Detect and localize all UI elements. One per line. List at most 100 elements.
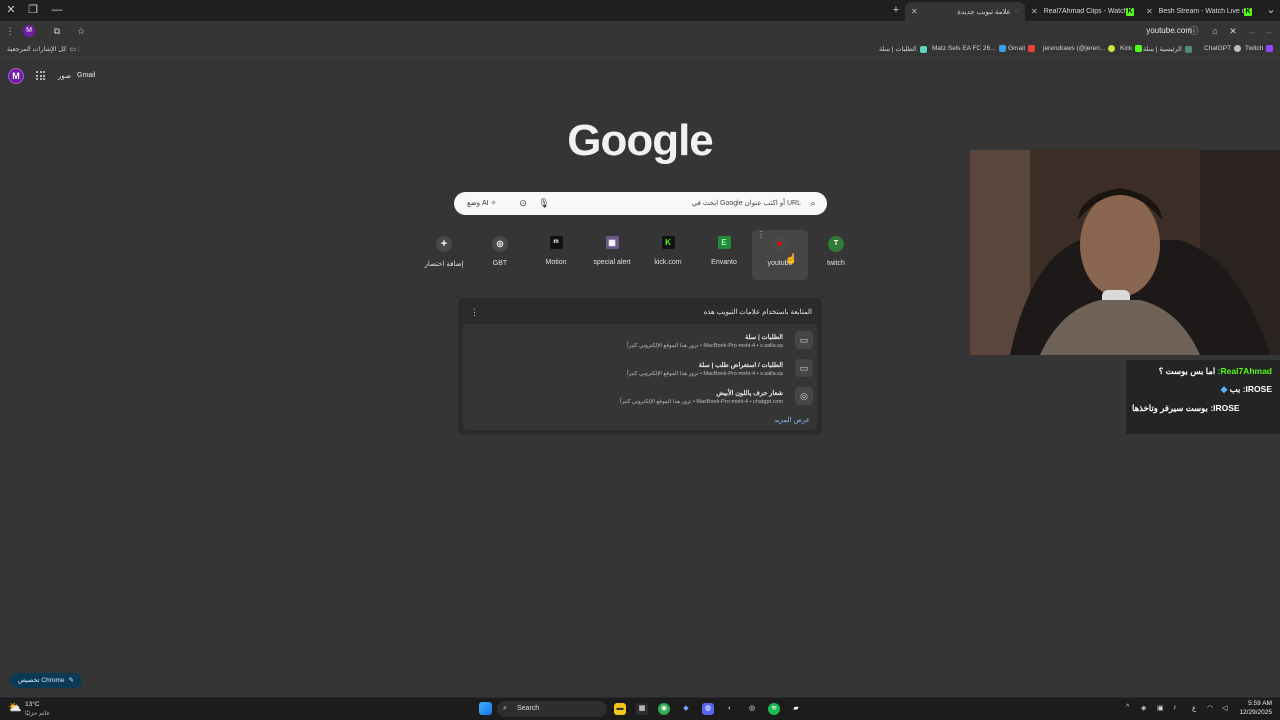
extensions-icon[interactable]: ⧉: [51, 25, 63, 37]
site-info-icon[interactable]: ⓘ: [1188, 25, 1200, 37]
restore-window-icon[interactable]: ❐: [26, 3, 40, 17]
tray-chevron-icon[interactable]: ^: [1126, 704, 1129, 711]
weather-desc[interactable]: غائم جزئيًا: [25, 710, 50, 717]
discord-icon[interactable]: ◍: [702, 703, 714, 715]
sparkle-icon: ✧: [490, 200, 497, 207]
plus-icon: +: [436, 236, 452, 252]
minimize-window-icon[interactable]: —: [50, 3, 64, 17]
bookmarks-bar: كل الإشارات المرجعية ▭ | Twitch ChatGPT …: [0, 41, 1280, 58]
show-more-link[interactable]: عرض المزيد: [774, 416, 810, 424]
account-avatar[interactable]: M: [8, 68, 24, 84]
close-tab-icon[interactable]: ✕: [1031, 7, 1038, 16]
tab-besh-stream[interactable]: ✕ Besh Stream - Watch Live on Ki K: [1140, 2, 1258, 21]
tray-app-icon[interactable]: ▣: [1157, 704, 1164, 712]
search-icon: ⌕: [503, 705, 507, 712]
spotify-icon[interactable]: ≋: [768, 703, 780, 715]
microphone-icon[interactable]: 🎙︎: [538, 197, 550, 209]
gmail-link[interactable]: Gmail: [77, 72, 95, 79]
bookmark-twitch[interactable]: Twitch: [1245, 45, 1274, 52]
all-bookmarks[interactable]: كل الإشارات المرجعية ▭: [7, 45, 76, 53]
tab-new-tab[interactable]: ✕ علامة تبويب جديدة ◌: [905, 2, 1025, 21]
twitch-icon: T: [828, 236, 844, 252]
apps-grid-icon[interactable]: [36, 71, 45, 80]
lens-icon[interactable]: ⊙: [517, 197, 529, 209]
salla-icon: [919, 45, 927, 53]
new-tab-icon[interactable]: +: [889, 3, 903, 17]
bookmark-matz-sels[interactable]: Matz Sels EA FC 26...: [932, 45, 1006, 52]
streamer-webcam-image: [970, 150, 1280, 355]
shortcut-special-alert[interactable]: ▦ special alert: [584, 230, 640, 280]
webcam-overlay: [970, 150, 1280, 355]
back-icon[interactable]: ←: [1263, 25, 1275, 37]
chrome-icon[interactable]: ◉: [658, 703, 670, 715]
shortcut-twitch[interactable]: T twitch: [808, 230, 864, 280]
motion-icon: m: [549, 236, 563, 249]
tray-mic-icon[interactable]: ♪: [1173, 704, 1177, 711]
envato-icon: E: [717, 236, 731, 249]
tray-language-icon[interactable]: ع: [1192, 704, 1196, 712]
store-icon[interactable]: ▦: [636, 703, 648, 715]
search-input[interactable]: ابحث في Google أو اكتب عنوان URL: [692, 199, 801, 207]
customize-chrome-button[interactable]: تخصيص Chrome ✎: [10, 673, 82, 688]
shortcut-add[interactable]: + إضافة اختصار: [416, 230, 472, 280]
special-alert-icon: ▦: [605, 236, 619, 249]
file-explorer-icon[interactable]: ▬: [614, 703, 626, 715]
chatgpt-icon: ◎: [795, 387, 813, 405]
search-box[interactable]: وضع AI ✧ ⊙ 🎙︎ ابحث في Google أو اكتب عنو…: [454, 192, 827, 215]
bookmark-chatgpt[interactable]: ChatGPT: [1204, 45, 1242, 52]
wifi-icon[interactable]: ◠: [1207, 704, 1213, 712]
card-menu-icon[interactable]: ⋮: [470, 307, 479, 318]
bookmark-kick[interactable]: Kick: [1120, 45, 1143, 52]
chatgpt-icon: [1234, 45, 1242, 52]
menu-icon[interactable]: ⋮: [4, 25, 16, 37]
capcut-icon[interactable]: ▰: [790, 703, 802, 715]
address-bar[interactable]: youtube.com: [1146, 26, 1192, 35]
list-item[interactable]: الطلبات | سلة تزور هذا الموقع الإلكتروني…: [627, 333, 783, 349]
folder-icon: ▭: [69, 46, 76, 53]
ai-mode-button[interactable]: وضع AI ✧: [462, 197, 501, 210]
clock-time[interactable]: 5:59 AM: [1238, 700, 1272, 707]
salla-icon: [1184, 45, 1192, 53]
close-tab-icon[interactable]: ✕: [1146, 7, 1153, 16]
bookmark-salla-orders[interactable]: الطلبات | سلة: [879, 45, 927, 53]
forward-icon[interactable]: →: [1245, 25, 1257, 37]
toolbar: ⋮ M ⧉ ☆ youtube.com ⓘ ⌂ ✕ → ←: [0, 21, 1280, 41]
bookmark-salla-home[interactable]: الرئيسية | سلة: [1143, 45, 1192, 53]
steam-icon[interactable]: ◐: [724, 703, 736, 715]
list-item[interactable]: الطلبات / استعراض طلب | سلة تزور هذا الم…: [627, 361, 783, 377]
close-window-icon[interactable]: ✕: [4, 3, 18, 17]
clock-date[interactable]: 12/29/2025: [1232, 709, 1272, 716]
gmail-icon: [1027, 45, 1035, 52]
kick-icon: K: [1126, 7, 1134, 16]
start-icon[interactable]: [479, 702, 492, 715]
tab-search-icon[interactable]: ⌄: [1264, 3, 1278, 17]
shortcut-gbt[interactable]: ◎ GBT: [472, 230, 528, 280]
shortcut-kick[interactable]: K kick.com: [640, 230, 696, 280]
tray-app-icon[interactable]: ◈: [1141, 704, 1146, 712]
youtube-icon: ▶: [772, 236, 788, 252]
stop-icon[interactable]: ✕: [1227, 25, 1239, 37]
images-link[interactable]: صور: [58, 72, 71, 80]
kick-icon: [1135, 45, 1143, 52]
home-icon[interactable]: ⌂: [1209, 25, 1221, 37]
bookmark-star-icon[interactable]: ☆: [75, 25, 87, 37]
shortcut-youtube[interactable]: ⋮ ▶ youtube ☝: [752, 230, 808, 280]
loading-icon: ◌: [1014, 8, 1019, 15]
shortcut-motion[interactable]: m Motion: [528, 230, 584, 280]
tab-real7ahmad[interactable]: ✕ Real7Ahmad Clips - Watch Live K: [1025, 2, 1140, 21]
card-title: المتابعة باستخدام علامات التبويب هذه: [703, 309, 812, 316]
bookmark-jerendraws[interactable]: jerendraws (@jeren...: [1043, 45, 1116, 52]
bookmark-gmail[interactable]: Gmail: [1008, 45, 1035, 52]
weather-temp[interactable]: 13°C: [25, 701, 40, 708]
obs-icon[interactable]: ◎: [746, 703, 758, 715]
shortcut-menu-icon[interactable]: ⋮: [757, 230, 765, 239]
app-icon[interactable]: ◆: [680, 703, 692, 715]
close-tab-icon[interactable]: ✕: [911, 7, 918, 16]
shortcut-envanto[interactable]: E Envanto: [696, 230, 752, 280]
profile-avatar[interactable]: M: [23, 25, 35, 37]
list-item[interactable]: شعار حرف ياللون الأبيض تزور هذا الموقع ا…: [620, 389, 783, 405]
continue-tabs-card: ⋮ المتابعة باستخدام علامات التبويب هذه ▭…: [458, 298, 822, 435]
volume-icon[interactable]: ◁: [1222, 704, 1227, 712]
taskbar-search[interactable]: ⌕ Search: [497, 701, 607, 717]
card-list: ▭ الطلبات | سلة تزور هذا الموقع الإلكترو…: [463, 324, 817, 430]
